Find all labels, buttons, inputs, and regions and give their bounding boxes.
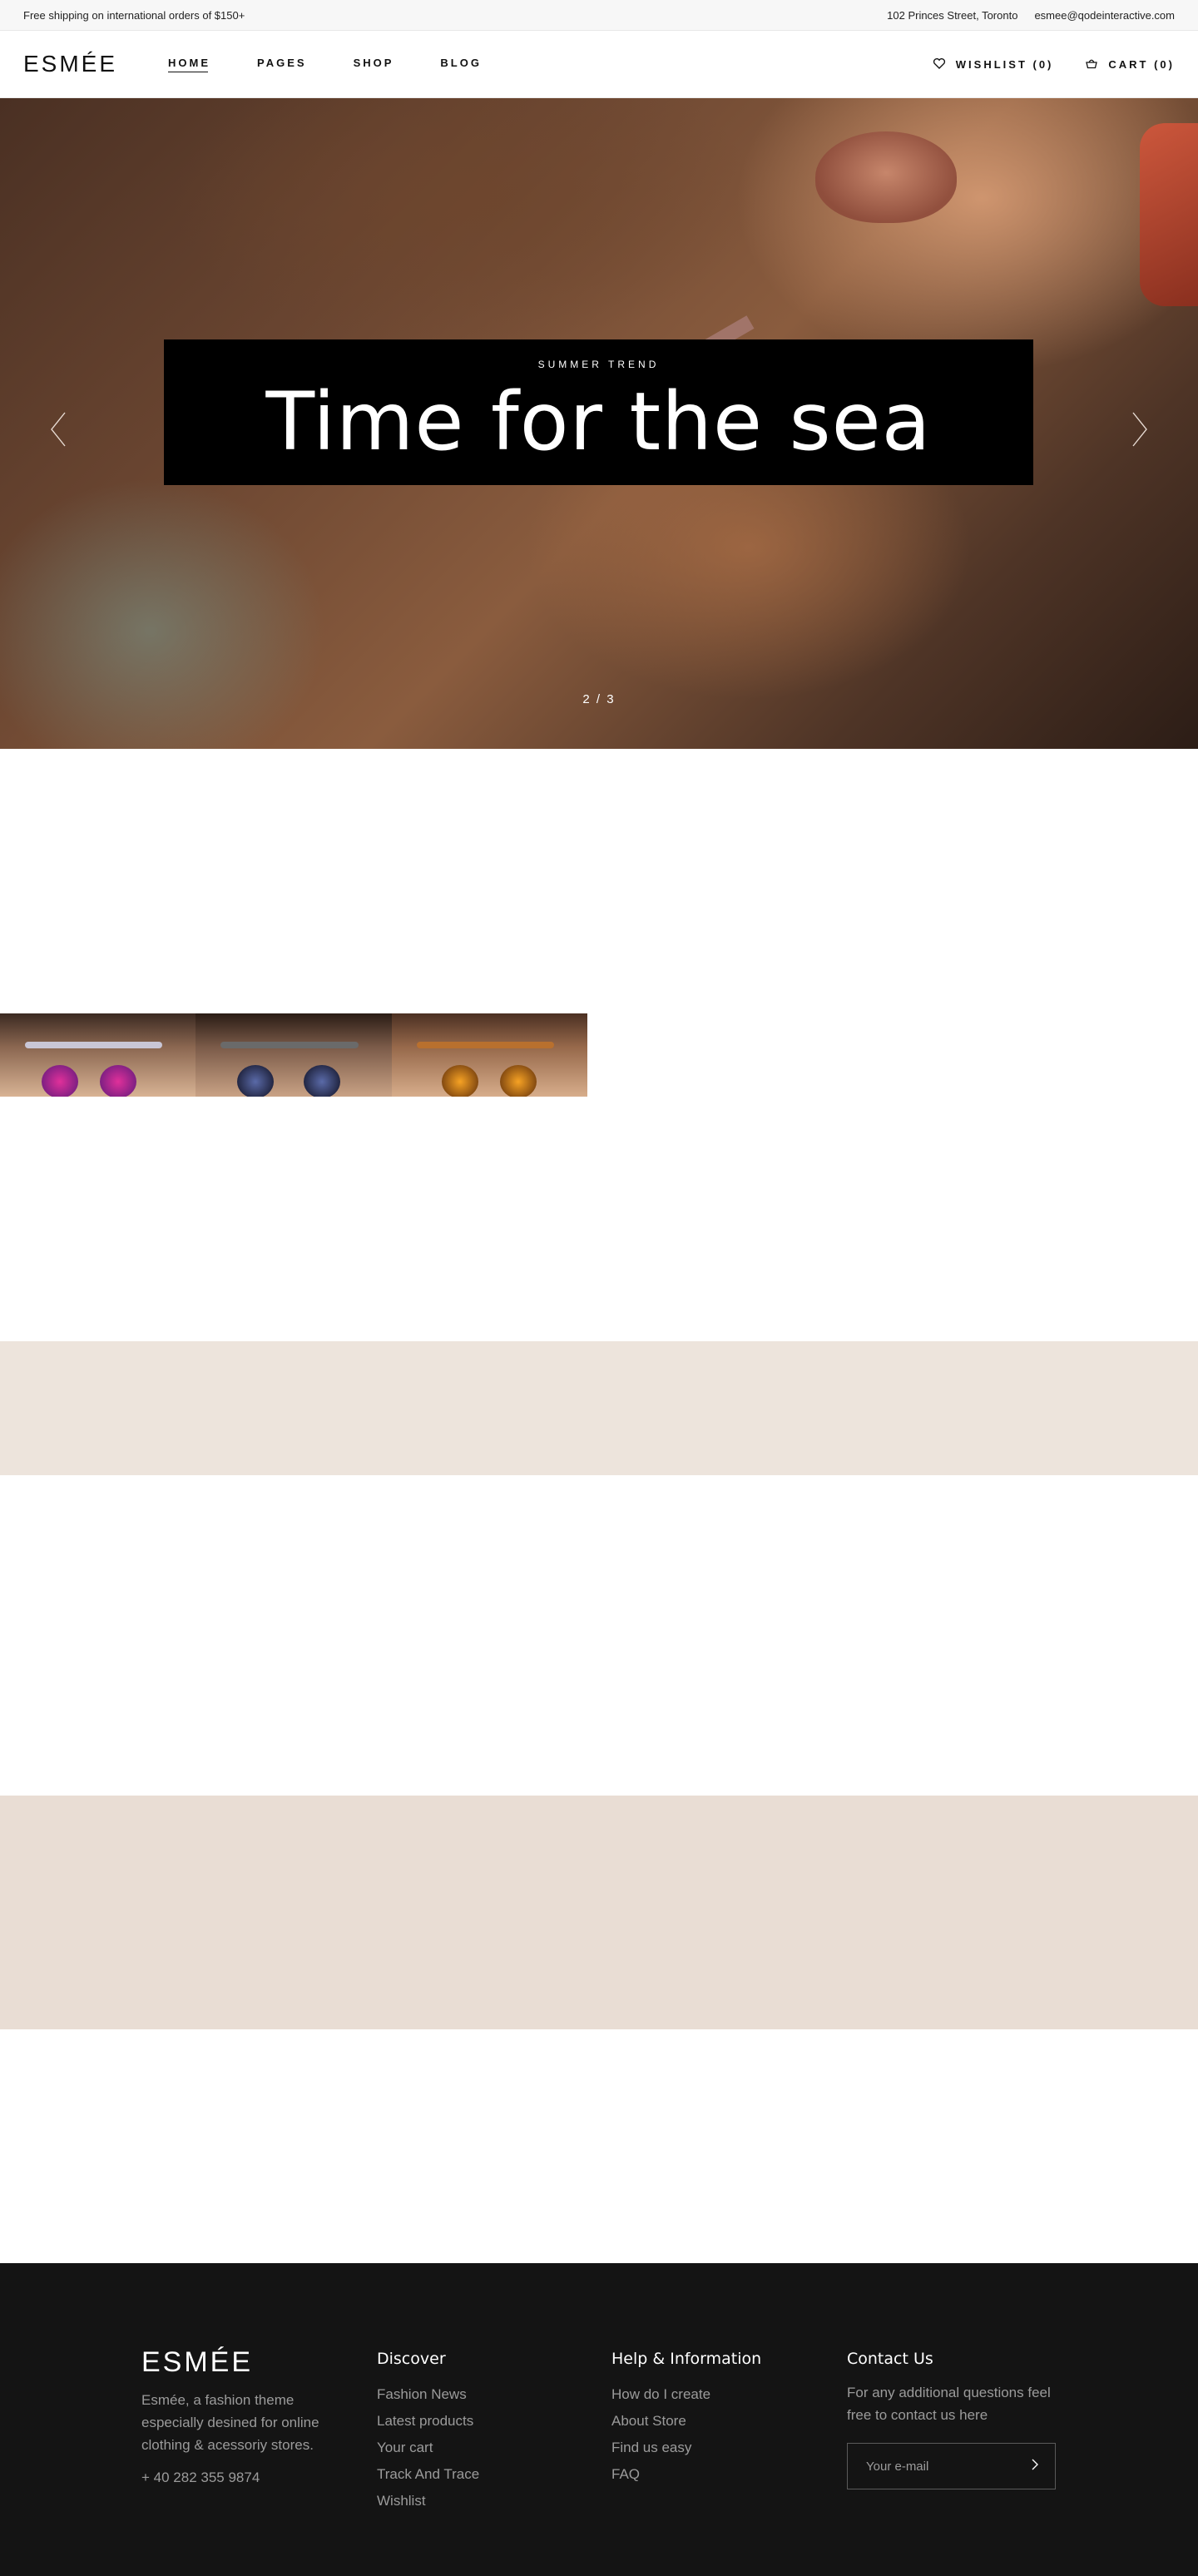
hero-slider[interactable]: SUMMER TREND Time for the sea 2 / 3: [0, 98, 1198, 749]
site-logo[interactable]: ESMÉE: [23, 51, 168, 77]
nav-item-home[interactable]: HOME: [168, 57, 210, 72]
slider-next-button[interactable]: [1123, 406, 1156, 456]
headband-shape: [220, 1042, 359, 1048]
chevron-right-icon: [1130, 411, 1150, 452]
footer-link-how-do-i-create[interactable]: How do I create: [611, 2381, 811, 2408]
sunglass-lens: [499, 1065, 537, 1097]
discover-links: Fashion News Latest products Your cart T…: [377, 2381, 568, 2514]
slide-counter: 2 / 3: [582, 692, 616, 706]
shipping-notice: Free shipping on international orders of…: [23, 8, 245, 22]
headband-shape: [416, 1042, 554, 1048]
model-image-2: [196, 1013, 392, 1097]
chevron-left-icon: [48, 411, 68, 452]
top-bar: Free shipping on international orders of…: [0, 0, 1198, 31]
promo-banner-light: [0, 1341, 1198, 1475]
newsletter-submit-button[interactable]: [1027, 2458, 1043, 2474]
cart-button[interactable]: CART (0): [1085, 57, 1175, 72]
footer-link-faq[interactable]: FAQ: [611, 2461, 811, 2488]
main-nav: HOME PAGES SHOP BLOG: [168, 57, 482, 72]
nav-item-pages[interactable]: PAGES: [257, 57, 307, 72]
nav-item-shop[interactable]: SHOP: [354, 57, 394, 72]
footer-link-fashion-news[interactable]: Fashion News: [377, 2381, 568, 2408]
header-actions: WISHLIST (0) CART (0): [933, 57, 1175, 72]
footer-link-find-us[interactable]: Find us easy: [611, 2435, 811, 2461]
hero-caption-box: SUMMER TREND Time for the sea: [164, 339, 1033, 485]
footer-link-wishlist[interactable]: Wishlist: [377, 2488, 568, 2514]
footer-help: Help & Information How do I create About…: [611, 2350, 811, 2488]
sunglass-lens: [237, 1065, 275, 1097]
sunglass-lens: [42, 1065, 78, 1097]
hero-image-lips: [815, 131, 957, 223]
sunglass-lens: [304, 1065, 341, 1097]
model-image-1: [0, 1013, 196, 1097]
basket-icon: [1085, 57, 1098, 72]
top-bar-contact: 102 Princes Street, Toronto esmee@qodein…: [887, 9, 1175, 22]
footer-phone[interactable]: + 40 282 355 9874: [141, 2469, 345, 2486]
newsletter-email-input[interactable]: [848, 2444, 1022, 2489]
slider-prev-button[interactable]: [42, 406, 75, 456]
main-header: ESMÉE HOME PAGES SHOP BLOG WISHLIST (0) …: [0, 31, 1198, 98]
hero-title: Time for the sea: [265, 374, 932, 468]
heart-icon: [933, 57, 946, 72]
footer-discover: Discover Fashion News Latest products Yo…: [377, 2350, 568, 2514]
footer-heading-help: Help & Information: [611, 2350, 762, 2368]
footer-heading-discover: Discover: [377, 2350, 446, 2368]
hero-image-drink: [1140, 123, 1198, 306]
promo-banner-medium: [0, 1796, 1198, 2029]
hero-kicker: SUMMER TREND: [537, 358, 660, 370]
footer-link-track-and-trace[interactable]: Track And Trace: [377, 2461, 568, 2488]
store-email-link[interactable]: esmee@qodeinteractive.com: [1034, 9, 1175, 22]
cart-label: CART (0): [1108, 57, 1175, 71]
sunglass-lens: [100, 1065, 136, 1097]
footer-link-about-store[interactable]: About Store: [611, 2408, 811, 2435]
wishlist-label: WISHLIST (0): [955, 57, 1054, 71]
sunglass-lens: [441, 1065, 478, 1097]
help-links: How do I create About Store Find us easy…: [611, 2381, 811, 2488]
site-footer: ESMÉE Esmée, a fashion theme especially …: [0, 2263, 1198, 2576]
wishlist-button[interactable]: WISHLIST (0): [933, 57, 1054, 72]
footer-contact-text: For any additional questions feel free t…: [847, 2385, 1051, 2423]
footer-about: ESMÉE Esmée, a fashion theme especially …: [141, 2346, 345, 2486]
newsletter-form: [847, 2443, 1056, 2489]
footer-link-your-cart[interactable]: Your cart: [377, 2435, 568, 2461]
nav-item-blog[interactable]: BLOG: [440, 57, 482, 72]
footer-contact: Contact Us For any additional questions …: [847, 2350, 1063, 2489]
headband-shape: [25, 1042, 163, 1048]
store-address: 102 Princes Street, Toronto: [887, 8, 1018, 22]
product-image-strip[interactable]: [0, 1013, 587, 1097]
footer-heading-contact: Contact Us: [847, 2350, 933, 2368]
footer-link-latest-products[interactable]: Latest products: [377, 2408, 568, 2435]
chevron-right-icon: [1031, 2458, 1039, 2475]
footer-logo[interactable]: ESMÉE: [141, 2346, 345, 2379]
model-image-3: [391, 1013, 587, 1097]
footer-description: Esmée, a fashion theme especially desine…: [141, 2392, 319, 2453]
